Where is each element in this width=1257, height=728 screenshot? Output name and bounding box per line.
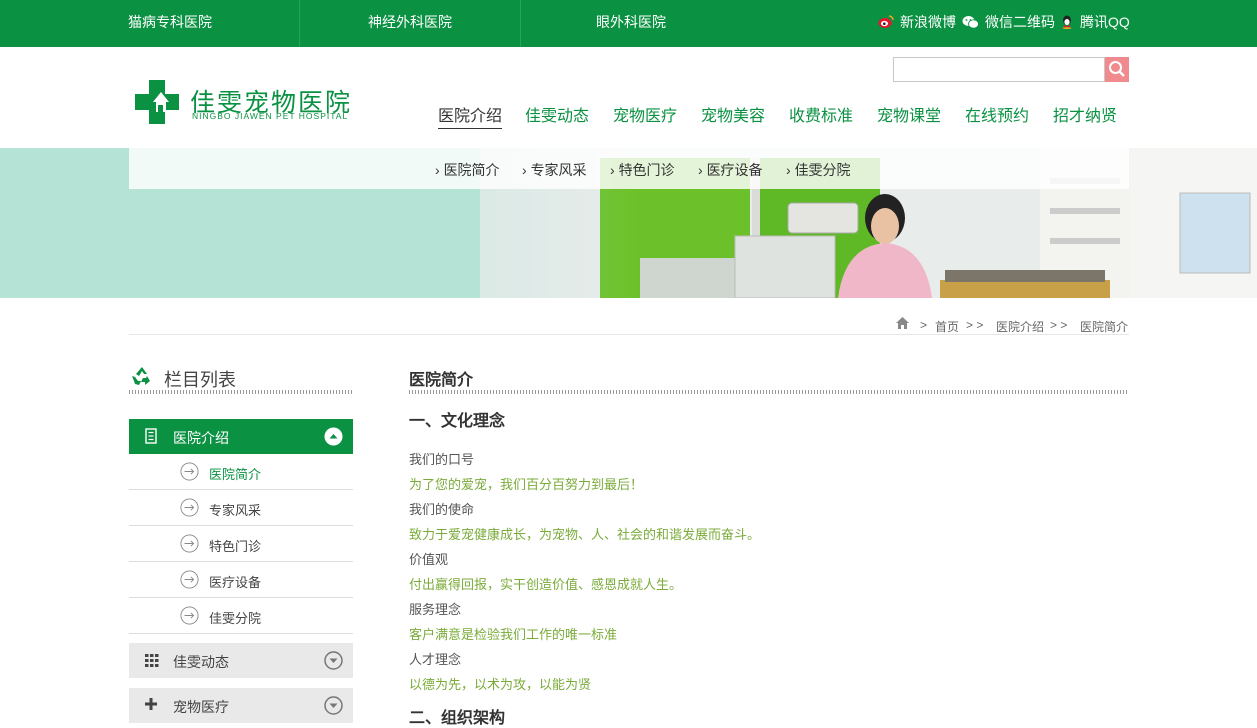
- sidebar-subitem-label: 特色门诊: [209, 539, 262, 554]
- building-icon: [145, 428, 157, 444]
- arrow-circle-icon: [180, 570, 199, 589]
- sidebar-subitem-equipment[interactable]: 医疗设备: [129, 562, 353, 598]
- hero-banner: › 医院简介 › 专家风采 › 特色门诊 › 医疗设备 › 佳雯分院: [0, 148, 1257, 298]
- arrow-circle-icon: [180, 498, 199, 517]
- sidebar-section-label: 医院介绍: [173, 430, 229, 446]
- sidebar-subitem-hospital-profile[interactable]: 医院简介: [129, 454, 353, 490]
- weibo-icon: [878, 15, 894, 28]
- top-link-cat-hospital[interactable]: 猫病专科医院: [100, 0, 240, 47]
- qq-label: 腾讯QQ: [1080, 14, 1130, 30]
- search-input[interactable]: [893, 57, 1105, 82]
- subnav-experts[interactable]: › 专家风采: [522, 160, 587, 180]
- collapse-up-icon[interactable]: [324, 427, 343, 446]
- content-label-mission: 我们的使命: [409, 502, 475, 517]
- subnav-label: 医院简介: [443, 162, 500, 178]
- nav-pet-medical[interactable]: 宠物医疗: [613, 102, 677, 126]
- wechat-link[interactable]: 微信二维码: [962, 0, 1055, 44]
- home-icon[interactable]: [895, 316, 910, 330]
- top-link-eye-hospital[interactable]: 眼外科医院: [561, 0, 701, 47]
- qq-link[interactable]: 腾讯QQ: [1060, 0, 1130, 44]
- sidebar-title-underline: [129, 390, 353, 394]
- sidebar-section-jiawen-news[interactable]: 佳雯动态: [129, 643, 353, 678]
- subnav-label: 医疗设备: [706, 162, 763, 178]
- content-text-values: 付出赢得回报，实干创造价值、感恩成就人生。: [409, 577, 683, 592]
- sidebar-subitem-branches[interactable]: 佳雯分院: [129, 598, 353, 634]
- search-button[interactable]: [1105, 57, 1129, 82]
- sub-navigation: › 医院简介 › 专家风采 › 特色门诊 › 医疗设备 › 佳雯分院: [129, 148, 1129, 189]
- nav-pet-class[interactable]: 宠物课堂: [877, 102, 941, 126]
- subnav-label: 特色门诊: [618, 162, 675, 178]
- subnav-branches[interactable]: › 佳雯分院: [786, 160, 851, 180]
- qq-icon: [1062, 15, 1072, 29]
- content-heading-organization: 二、组织架构: [409, 710, 506, 727]
- top-divider: [299, 0, 300, 47]
- recycle-icon: [132, 367, 150, 385]
- nav-pet-grooming[interactable]: 宠物美容: [701, 102, 765, 126]
- breadcrumb-sep: > >: [966, 318, 984, 332]
- sidebar-subitem-experts[interactable]: 专家风采: [129, 490, 353, 526]
- sidebar-subitem-label: 医疗设备: [209, 575, 262, 590]
- sidebar-subitem-special-clinic[interactable]: 特色门诊: [129, 526, 353, 562]
- top-link-neuro-hospital[interactable]: 神经外科医院: [340, 0, 480, 47]
- arrow-circle-icon: [180, 534, 199, 553]
- subnav-label: 佳雯分院: [794, 162, 851, 178]
- breadcrumb-home[interactable]: 首页: [935, 318, 959, 335]
- nav-recruitment[interactable]: 招才纳贤: [1053, 102, 1117, 126]
- grid-icon: [145, 654, 159, 667]
- weibo-link[interactable]: 新浪微博: [878, 0, 956, 44]
- wechat-label: 微信二维码: [985, 14, 1055, 30]
- content-title-underline: [409, 390, 1129, 394]
- top-divider: [520, 0, 521, 47]
- hospital-logo[interactable]: 佳雯宠物医院 NINGBO JIAWEN PET HOSPITAL: [133, 80, 353, 126]
- arrow-circle-icon: [180, 462, 199, 481]
- top-bar: 猫病专科医院 神经外科医院 眼外科医院 新浪微博 微信二维码 腾讯QQ: [0, 0, 1257, 47]
- plus-icon: [145, 698, 157, 710]
- cross-logo-icon: [135, 80, 179, 124]
- breadcrumb-sep: > >: [1050, 318, 1068, 332]
- content-text-slogan: 为了您的爱宠，我们百分百努力到最后！: [409, 477, 644, 492]
- breadcrumb-divider: [129, 334, 1129, 335]
- nav-jiawen-news[interactable]: 佳雯动态: [525, 102, 589, 126]
- weibo-label: 新浪微博: [900, 14, 956, 30]
- subnav-equipment[interactable]: › 医疗设备: [698, 160, 763, 180]
- search-icon: [1109, 61, 1125, 77]
- subnav-special-clinic[interactable]: › 特色门诊: [610, 160, 675, 180]
- nav-online-booking[interactable]: 在线预约: [965, 102, 1029, 126]
- sidebar-subitem-label: 专家风采: [209, 503, 262, 518]
- content-label-talent: 人才理念: [409, 652, 462, 667]
- sidebar-subitem-label: 医院简介: [209, 467, 262, 482]
- nav-fees[interactable]: 收费标准: [789, 102, 853, 126]
- breadcrumb-current[interactable]: 医院简介: [1080, 318, 1128, 335]
- sidebar-subitem-label: 佳雯分院: [209, 611, 262, 626]
- arrow-circle-icon: [180, 606, 199, 625]
- wechat-icon: [962, 16, 979, 29]
- sidebar-section-label: 佳雯动态: [173, 654, 229, 670]
- content-label-service: 服务理念: [409, 602, 462, 617]
- breadcrumb-sep: >: [920, 318, 928, 332]
- expand-down-icon[interactable]: [324, 696, 343, 715]
- expand-down-icon[interactable]: [324, 651, 343, 670]
- sidebar-title: 栏目列表: [164, 370, 236, 390]
- sidebar-section-hospital-intro[interactable]: 医院介绍: [129, 419, 353, 454]
- subnav-hospital-profile[interactable]: › 医院简介: [435, 160, 500, 180]
- content-text-talent: 以德为先，以术为攻，以能为贤: [409, 677, 592, 692]
- sidebar-section-label: 宠物医疗: [173, 699, 229, 715]
- subnav-label: 专家风采: [530, 162, 587, 178]
- breadcrumb-level1[interactable]: 医院介绍: [996, 318, 1044, 335]
- content-label-slogan: 我们的口号: [409, 452, 475, 467]
- nav-hospital-intro[interactable]: 医院介绍: [438, 102, 503, 129]
- content-heading-culture: 一、文化理念: [409, 413, 506, 430]
- content-text-service: 客户满意是检验我们工作的唯一标准: [409, 627, 618, 642]
- content-text-mission: 致力于爱宠健康成长，为宠物、人、社会的和谐发展而奋斗。: [409, 527, 761, 542]
- content-label-values: 价值观: [409, 552, 449, 567]
- logo-subtitle: NINGBO JIAWEN PET HOSPITAL: [192, 111, 349, 121]
- content-page-title: 医院简介: [409, 372, 474, 389]
